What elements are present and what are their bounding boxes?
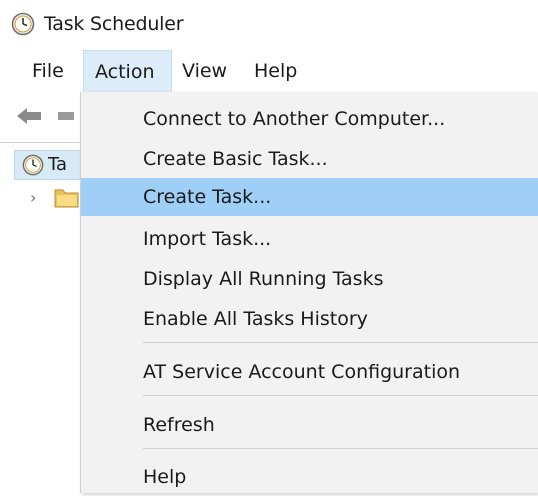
tree-root-label: Ta (48, 154, 68, 175)
clock-icon (22, 154, 44, 176)
menu-item-refresh[interactable]: Refresh (81, 406, 538, 444)
menu-action[interactable]: Action (83, 50, 172, 92)
menu-item-display-running-tasks[interactable]: Display All Running Tasks (81, 260, 538, 298)
menu-separator (143, 395, 538, 396)
tree-divider (0, 142, 82, 143)
title-bar: Task Scheduler (0, 0, 538, 50)
action-dropdown-menu: Connect to Another Computer... Create Ba… (80, 92, 538, 493)
menu-bar: File Action View Help (0, 50, 538, 92)
folder-icon[interactable] (54, 186, 80, 208)
menu-view[interactable]: View (172, 50, 237, 92)
chevron-right-icon[interactable]: › (30, 188, 36, 207)
back-arrow-icon[interactable] (16, 106, 42, 126)
menu-item-enable-tasks-history[interactable]: Enable All Tasks History (81, 300, 538, 338)
menu-separator (143, 448, 538, 449)
menu-item-create-task[interactable]: Create Task... (81, 178, 538, 216)
menu-help[interactable]: Help (244, 50, 307, 92)
window-title: Task Scheduler (44, 13, 184, 35)
menu-item-connect-another-computer[interactable]: Connect to Another Computer... (81, 100, 538, 138)
menu-file[interactable]: File (22, 50, 74, 92)
menu-item-import-task[interactable]: Import Task... (81, 220, 538, 258)
menu-item-create-basic-task[interactable]: Create Basic Task... (81, 140, 538, 178)
menu-separator (143, 342, 538, 343)
menu-item-help[interactable]: Help (81, 458, 538, 496)
forward-arrow-icon[interactable] (58, 109, 78, 123)
menu-item-at-service-account[interactable]: AT Service Account Configuration (81, 353, 538, 391)
clock-icon (11, 12, 35, 36)
